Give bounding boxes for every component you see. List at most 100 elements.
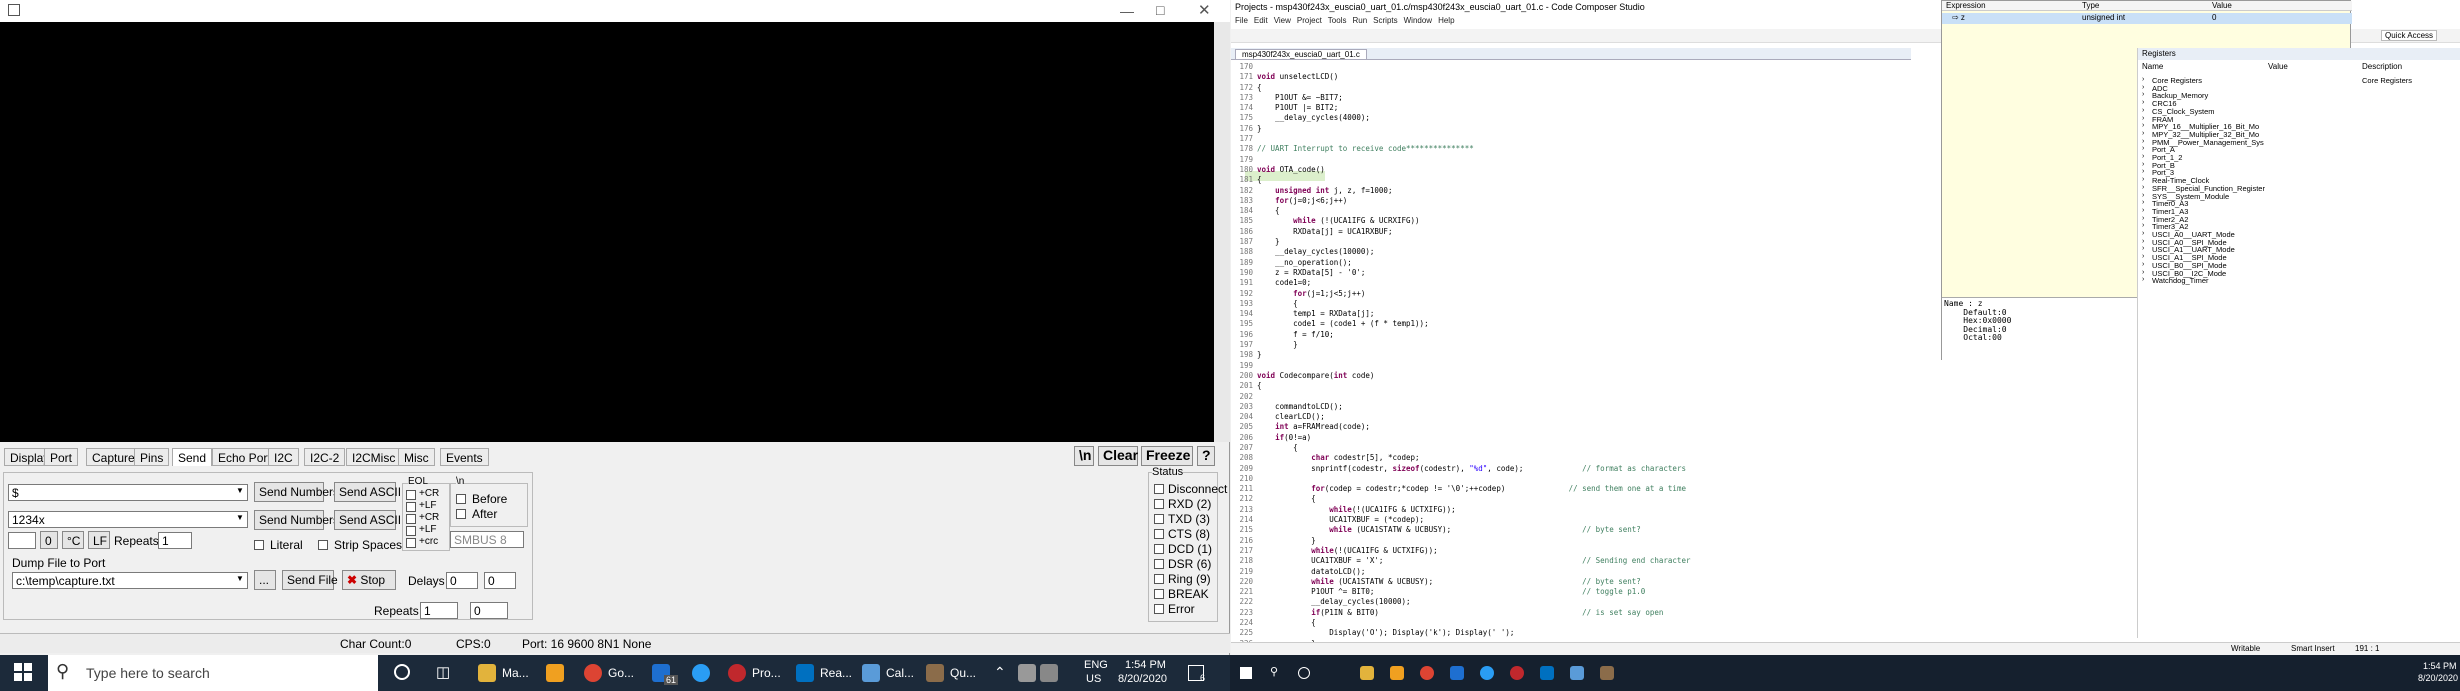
menu-scripts[interactable]: Scripts [1373,16,1397,25]
code-line[interactable]: 222 __delay_cycles(10000); [1231,597,2131,607]
chevron-right-icon[interactable]: › [2142,145,2144,152]
status-checkbox-8[interactable] [1154,604,1164,614]
code-line[interactable]: 204 clearLCD(); [1231,412,2131,422]
smbus-select[interactable]: SMBUS 8 [450,531,524,548]
delay1-stepper[interactable]: 0 [446,572,478,589]
code-line[interactable]: 214 UCA1TXBUF = (*codep); [1231,515,2131,525]
code-line[interactable]: 219 datatoLCD(); [1231,567,2131,577]
menu-file[interactable]: File [1235,16,1248,25]
chevron-right-icon[interactable]: › [2142,76,2144,83]
tab-i2cmisc[interactable]: I2CMisc [346,448,402,466]
status-checkbox-6[interactable] [1154,574,1164,584]
menu-view[interactable]: View [1274,16,1291,25]
chrome-icon[interactable] [1420,666,1434,680]
chevron-right-icon[interactable]: › [2142,238,2144,245]
register-item[interactable]: Watchdog_Timer [2152,276,2209,285]
code-line[interactable]: 199 [1231,361,2131,371]
close-icon[interactable]: ✕ [1198,1,1211,19]
taskbar-app-2[interactable]: Go... [608,666,634,680]
chrome-icon[interactable] [584,664,602,682]
network-icon[interactable] [1018,664,1036,682]
code-line[interactable]: 217 while(!(UCA1IFG & UCTXIFG)); [1231,546,2131,556]
chevron-right-icon[interactable]: › [2142,99,2144,106]
after-checkbox[interactable] [456,509,466,519]
code-line[interactable]: 201 { [1231,381,2131,391]
quickbooks-icon[interactable] [926,664,944,682]
ccs-icon[interactable] [1510,666,1524,680]
chevron-right-icon[interactable]: › [2142,192,2144,199]
tab-events[interactable]: Events [440,448,489,466]
chevron-right-icon[interactable]: › [2142,245,2144,252]
help-button[interactable]: ? [1197,446,1215,466]
cortana-icon[interactable] [394,664,410,680]
chevron-right-icon[interactable]: › [2142,176,2144,183]
tab-i2c-2[interactable]: I2C-2 [304,448,346,466]
volume-icon[interactable] [1040,664,1058,682]
literal-checkbox[interactable] [254,540,264,550]
chevron-right-icon[interactable]: › [2142,107,2144,114]
repeats-stepper[interactable]: 1 [158,532,192,549]
code-line[interactable]: 218 UCA1TXBUF = 'X'; // Sending end char… [1231,556,2131,566]
task-view-icon[interactable]: ◫ [436,663,450,681]
chevron-right-icon[interactable]: › [2142,276,2144,283]
eol-checkbox-1[interactable] [406,502,416,512]
code-line[interactable]: 220 while (UCA1STATW & UCBUSY); // byte … [1231,577,2131,587]
tab-send[interactable]: Send [172,448,213,466]
tab-i2c[interactable]: I2C [268,448,299,466]
num-value-button[interactable]: 0 [40,531,58,549]
send-ascii-button-1[interactable]: Send ASCII [334,482,401,502]
search-box[interactable]: ⚲ Type here to search [48,655,378,691]
repeats2-stepper[interactable]: 1 [420,602,458,619]
status-checkbox-1[interactable] [1154,499,1164,509]
search-icon[interactable]: ⚲ [1270,665,1278,678]
status-checkbox-7[interactable] [1154,589,1164,599]
calculator-icon[interactable] [1570,666,1584,680]
code-line[interactable]: 207 { [1231,443,2131,453]
tab-pins[interactable]: Pins [134,448,170,466]
eol-checkbox-2[interactable] [406,514,416,524]
taskbar-app-4[interactable]: Rea... [820,666,852,680]
edge-icon[interactable] [1480,666,1494,680]
tab-port[interactable]: Port [44,448,79,466]
menu-project[interactable]: Project [1297,16,1322,25]
taskbar-app-6[interactable]: Qu... [950,666,976,680]
send-ascii-button-2[interactable]: Send ASCII [334,510,401,530]
code-line[interactable]: 216 } [1231,536,2131,546]
file-explorer-icon[interactable] [478,664,496,682]
eol-checkbox-4[interactable] [406,538,416,548]
taskbar-app-5[interactable]: Cal... [886,666,914,680]
chevron-right-icon[interactable]: › [2142,215,2144,222]
stop-button[interactable]: ✖ Stop [342,570,396,590]
chevron-down-icon[interactable]: ▼ [236,486,244,495]
clear-button[interactable]: Clear [1098,446,1138,466]
before-checkbox[interactable] [456,494,466,504]
chevron-right-icon[interactable]: › [2142,207,2144,214]
chevron-right-icon[interactable]: › [2142,84,2144,91]
send-file-button[interactable]: Send File [282,570,338,590]
status-checkbox-5[interactable] [1154,559,1164,569]
code-line[interactable]: 211 for(codep = codestr;*codep != '\0';+… [1231,484,2131,494]
clock-time[interactable]: 1:54 PM [1125,659,1166,671]
code-line[interactable]: 206 if(0!=a) [1231,433,2131,443]
chevron-right-icon[interactable]: › [2142,253,2144,260]
taskbar-app-1[interactable]: Ma... [502,666,529,680]
cortana-icon[interactable] [1298,667,1310,679]
language[interactable]: ENG [1084,659,1108,671]
chevron-right-icon[interactable]: › [2142,115,2144,122]
code-line[interactable]: 223 if(P1IN & BIT0) // is set say open [1231,608,2131,618]
code-line[interactable]: 225 Display('O'); Display('k'); Display(… [1231,628,2131,638]
hidden-input[interactable] [8,532,36,549]
chevron-right-icon[interactable]: › [2142,168,2144,175]
clock-time-2[interactable]: 1:54 PM [2423,661,2457,671]
code-line[interactable]: 213 while(!(UCA1IFG & UCTXIFG)); [1231,505,2131,515]
store-icon[interactable] [1390,666,1404,680]
tab-misc[interactable]: Misc [398,448,435,466]
eol-checkbox-0[interactable] [406,490,416,500]
chevron-right-icon[interactable]: › [2142,261,2144,268]
repeats3-stepper[interactable]: 0 [470,602,508,619]
status-checkbox-3[interactable] [1154,529,1164,539]
chevron-right-icon[interactable]: › [2142,153,2144,160]
mail-icon[interactable] [1450,666,1464,680]
chevron-down-icon[interactable]: ▼ [236,574,244,583]
send-line2-input[interactable]: 1234x [8,511,248,528]
